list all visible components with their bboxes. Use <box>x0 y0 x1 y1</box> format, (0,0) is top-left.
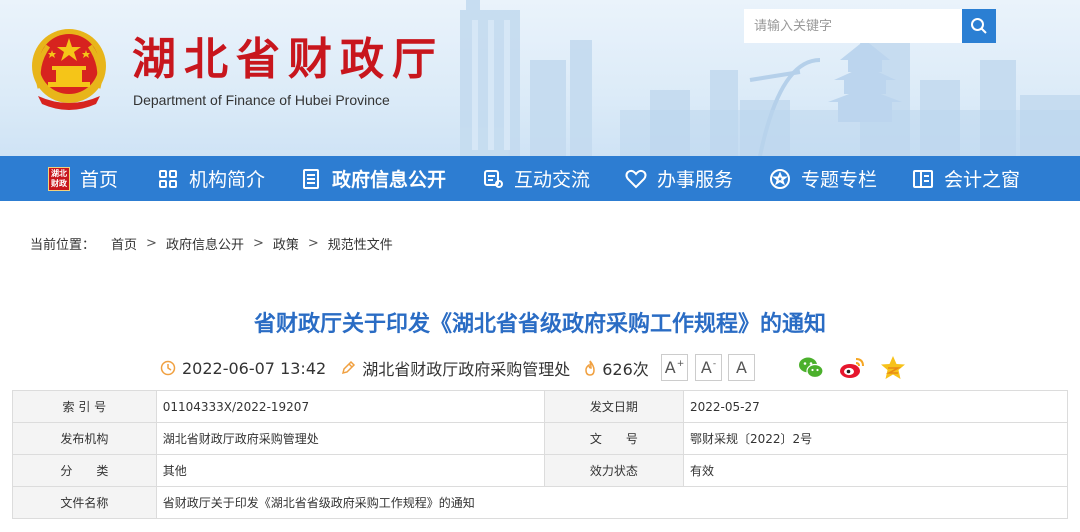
breadcrumb: 当前位置： 首页 > 政府信息公开 > 政策 > 规范性文件 <box>30 234 393 253</box>
table-row: 文件名称 省财政厅关于印发《湖北省省级政府采购工作规程》的通知 <box>12 486 1069 519</box>
breadcrumb-item-normative-docs[interactable]: 规范性文件 <box>328 234 393 253</box>
validity-status-label: 效力状态 <box>543 454 685 487</box>
article-source: 湖北省财政厅政府采购管理处 <box>362 360 571 379</box>
publisher-label: 发布机构 <box>12 422 157 455</box>
window-icon <box>912 168 934 190</box>
chat-icon <box>482 168 504 190</box>
nav-label: 办事服务 <box>657 169 734 191</box>
document-number-label: 文 号 <box>543 422 685 455</box>
search-button[interactable] <box>962 9 996 43</box>
file-name-value: 省财政厅关于印发《湖北省省级政府采购工作规程》的通知 <box>155 486 1069 519</box>
nav-label: 专题专栏 <box>801 169 878 191</box>
nav-item-home[interactable]: 湖北 财政 首页 <box>48 156 118 201</box>
issue-date-label: 发文日期 <box>543 390 685 423</box>
nav-item-interaction[interactable]: 互动交流 <box>482 156 590 201</box>
main-nav: 湖北 财政 首页 机构简介 政府信息公开 互动交流 办事服务 专题专栏 会计之窗 <box>0 156 1080 201</box>
weibo-share-icon[interactable] <box>838 354 866 382</box>
hubei-finance-badge-icon: 湖北 财政 <box>48 166 70 191</box>
national-emblem-icon <box>32 29 106 110</box>
publish-datetime: 2022-06-07 13:42 <box>182 358 327 378</box>
breadcrumb-item-policy[interactable]: 政策 <box>273 234 299 253</box>
document-info-table: 索 引 号 01104333X/2022-19207 发文日期 2022-05-… <box>12 390 1069 519</box>
document-list-icon <box>300 168 322 190</box>
category-label: 分 类 <box>12 454 157 487</box>
search-input[interactable] <box>744 9 962 43</box>
font-size-reset-button[interactable]: A <box>728 354 755 381</box>
site-subtitle: Department of Finance of Hubei Province <box>133 92 390 108</box>
nav-label: 机构简介 <box>189 169 266 191</box>
view-count: 626次 <box>602 360 649 379</box>
nav-label: 会计之窗 <box>944 169 1021 191</box>
breadcrumb-item-home[interactable]: 首页 <box>111 234 137 253</box>
file-name-label: 文件名称 <box>12 486 157 519</box>
pen-icon <box>340 360 356 376</box>
nav-item-services[interactable]: 办事服务 <box>625 156 733 201</box>
clock-icon <box>160 360 176 376</box>
font-size-increase-button[interactable]: A + <box>661 354 688 381</box>
nav-item-accounting[interactable]: 会计之窗 <box>912 156 1020 201</box>
table-row: 发布机构 湖北省财政厅政府采购管理处 文 号 鄂财采规〔2022〕2号 <box>12 422 1068 455</box>
index-number-value: 01104333X/2022-19207 <box>155 390 545 423</box>
breadcrumb-label: 当前位置： <box>30 238 96 253</box>
font-size-decrease-button[interactable]: A- <box>695 354 722 381</box>
breadcrumb-item-info-disclosure[interactable]: 政府信息公开 <box>166 234 244 253</box>
star-circle-icon <box>769 168 791 190</box>
grid-icon <box>157 168 179 190</box>
nav-label: 首页 <box>80 169 119 191</box>
nav-item-special-topics[interactable]: 专题专栏 <box>769 156 877 201</box>
site-header: 湖北省财政厅 Department of Finance of Hubei Pr… <box>0 0 1080 156</box>
category-value: 其他 <box>155 454 545 487</box>
nav-label: 互动交流 <box>514 169 591 191</box>
nav-item-about[interactable]: 机构简介 <box>157 156 265 201</box>
qzone-share-icon[interactable] <box>879 354 907 382</box>
issue-date-value: 2022-05-27 <box>683 390 1068 423</box>
validity-status-value: 有效 <box>683 454 1068 487</box>
breadcrumb-separator: > <box>307 236 319 251</box>
table-row: 索 引 号 01104333X/2022-19207 发文日期 2022-05-… <box>12 390 1068 423</box>
nav-item-info-disclosure[interactable]: 政府信息公开 <box>300 156 446 201</box>
site-title: 湖北省财政厅 <box>132 34 444 85</box>
heart-icon <box>625 168 647 190</box>
index-number-label: 索 引 号 <box>12 390 157 423</box>
breadcrumb-separator: > <box>146 236 157 251</box>
publisher-value: 湖北省财政厅政府采购管理处 <box>155 422 545 455</box>
breadcrumb-separator: > <box>252 236 264 251</box>
search-icon <box>971 18 987 34</box>
document-number-value: 鄂财采规〔2022〕2号 <box>683 422 1068 455</box>
article-title: 省财政厅关于印发《湖北省省级政府采购工作规程》的通知 <box>253 312 826 337</box>
nav-label: 政府信息公开 <box>332 169 447 191</box>
wechat-share-icon[interactable] <box>797 354 825 382</box>
flame-icon <box>584 360 596 376</box>
table-row: 分 类 其他 效力状态 有效 <box>12 454 1068 487</box>
article-meta: 2022-06-07 13:42 湖北省财政厅政府采购管理处 626次 <box>160 355 649 381</box>
